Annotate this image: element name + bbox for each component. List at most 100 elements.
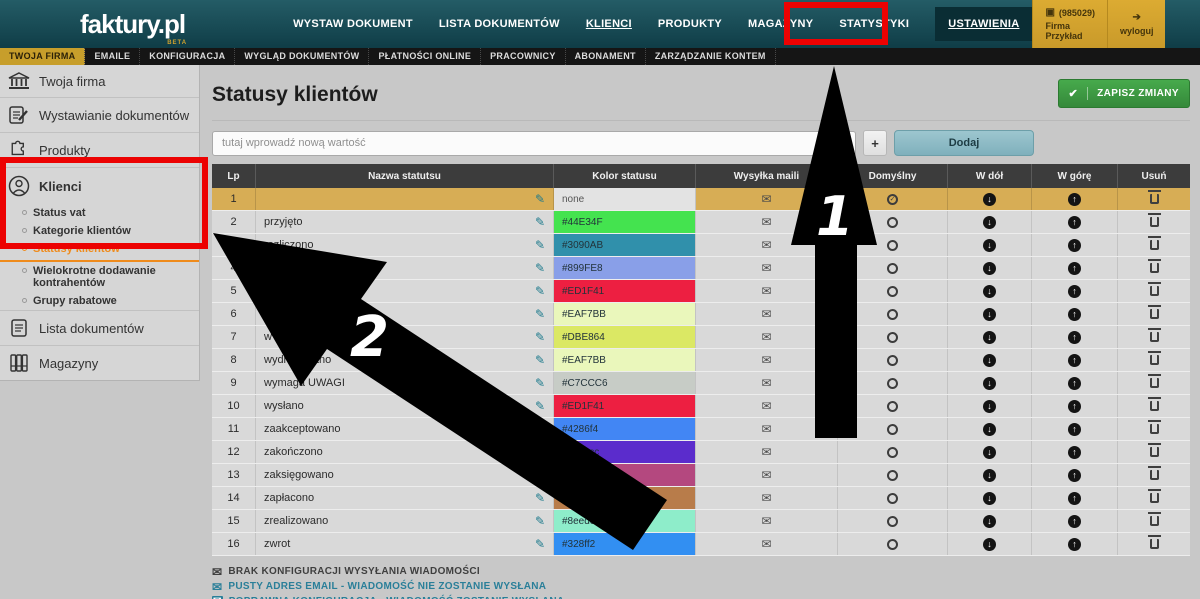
logout-button[interactable]: ➔ wyloguj — [1107, 0, 1166, 48]
status-color-cell[interactable]: #ED1F41 — [554, 395, 696, 417]
default-radio-icon[interactable] — [887, 424, 898, 435]
subnav-platnosci-online[interactable]: PŁATNOŚCI ONLINE — [369, 48, 481, 65]
edit-pencil-icon[interactable]: ✎ — [535, 537, 545, 551]
move-down-button[interactable]: ↓ — [983, 354, 996, 367]
status-color-cell[interactable]: #EAF7BB — [554, 349, 696, 371]
edit-pencil-icon[interactable]: ✎ — [535, 353, 545, 367]
sidebar-item-klienci[interactable]: Klienci — [0, 167, 199, 204]
edit-pencil-icon[interactable]: ✎ — [535, 307, 545, 321]
move-up-button[interactable]: ↑ — [1068, 308, 1081, 321]
app-logo[interactable]: faktury.pl BETA — [80, 9, 185, 40]
move-down-button[interactable]: ↓ — [983, 331, 996, 344]
trash-icon[interactable] — [1150, 470, 1159, 480]
subnav-konfiguracja[interactable]: KONFIGURACJA — [140, 48, 235, 65]
status-color-cell[interactable]: #8eedca — [554, 510, 696, 532]
move-down-button[interactable]: ↓ — [983, 538, 996, 551]
default-radio-checked-icon[interactable]: ✓ — [887, 194, 898, 205]
status-color-cell[interactable]: #5b2ccc — [554, 441, 696, 463]
move-up-button[interactable]: ↑ — [1068, 515, 1081, 528]
move-down-button[interactable]: ↓ — [983, 262, 996, 275]
sidebar-item-produkty[interactable]: Produkty — [0, 132, 199, 167]
status-color-cell[interactable]: #899FE8 — [554, 257, 696, 279]
trash-icon[interactable] — [1150, 401, 1159, 411]
move-up-button[interactable]: ↑ — [1068, 285, 1081, 298]
move-up-button[interactable]: ↑ — [1068, 423, 1081, 436]
sidebar-item-magazyny[interactable]: Magazyny — [0, 345, 199, 380]
status-color-cell[interactable]: #328ff2 — [554, 533, 696, 555]
subnav-emaile[interactable]: EMAILE — [85, 48, 140, 65]
move-down-button[interactable]: ↓ — [983, 308, 996, 321]
move-up-button[interactable]: ↑ — [1068, 446, 1081, 459]
default-radio-icon[interactable] — [887, 309, 898, 320]
status-color-cell[interactable]: #b87c4a — [554, 487, 696, 509]
default-radio-icon[interactable] — [887, 470, 898, 481]
nav-klienci[interactable]: KLIENCI — [586, 18, 632, 30]
move-up-button[interactable]: ↑ — [1068, 239, 1081, 252]
trash-icon[interactable] — [1150, 240, 1159, 250]
edit-pencil-icon[interactable]: ✎ — [535, 376, 545, 390]
sidebar-subitem-statusy-klientow[interactable]: Statusy klientów — [0, 240, 199, 262]
default-radio-icon[interactable] — [887, 378, 898, 389]
move-down-button[interactable]: ↓ — [983, 446, 996, 459]
move-up-button[interactable]: ↑ — [1068, 216, 1081, 229]
trash-icon[interactable] — [1150, 424, 1159, 434]
edit-pencil-icon[interactable]: ✎ — [535, 468, 545, 482]
sidebar-item-lista-dokumentow[interactable]: Lista dokumentów — [0, 310, 199, 345]
status-color-cell[interactable]: #b4487f — [554, 464, 696, 486]
sidebar-subitem-grupy-rabatowe[interactable]: Grupy rabatowe — [0, 292, 199, 310]
sidebar-subitem-wielokrotne-dodawanie[interactable]: Wielokrotne dodawanie kontrahentów — [0, 262, 175, 292]
default-radio-icon[interactable] — [887, 401, 898, 412]
subnav-abonament[interactable]: ABONAMENT — [566, 48, 646, 65]
move-down-button[interactable]: ↓ — [983, 469, 996, 482]
sidebar-item-twoja-firma[interactable]: Twoja firma — [0, 65, 199, 97]
trash-icon[interactable] — [1150, 493, 1159, 503]
subnav-pracownicy[interactable]: PRACOWNICY — [481, 48, 566, 65]
edit-pencil-icon[interactable]: ✎ — [535, 215, 545, 229]
trash-icon[interactable] — [1150, 263, 1159, 273]
default-radio-icon[interactable] — [887, 516, 898, 527]
trash-icon[interactable] — [1150, 539, 1159, 549]
move-down-button[interactable]: ↓ — [983, 515, 996, 528]
move-up-button[interactable]: ↑ — [1068, 400, 1081, 413]
trash-icon[interactable] — [1150, 286, 1159, 296]
trash-icon[interactable] — [1150, 355, 1159, 365]
move-down-button[interactable]: ↓ — [983, 285, 996, 298]
add-button[interactable]: Dodaj — [894, 130, 1034, 156]
trash-icon[interactable] — [1150, 378, 1159, 388]
status-color-cell[interactable]: none — [554, 188, 696, 210]
company-button[interactable]: ▣ (985029) Firma Przykład — [1032, 0, 1106, 48]
nav-magazyny[interactable]: MAGAZYNY — [748, 18, 813, 30]
edit-pencil-icon[interactable]: ✎ — [535, 514, 545, 528]
move-up-button[interactable]: ↑ — [1068, 469, 1081, 482]
default-radio-icon[interactable] — [887, 539, 898, 550]
default-radio-icon[interactable] — [887, 447, 898, 458]
move-down-button[interactable]: ↓ — [983, 193, 996, 206]
move-down-button[interactable]: ↓ — [983, 377, 996, 390]
move-up-button[interactable]: ↑ — [1068, 262, 1081, 275]
default-radio-icon[interactable] — [887, 263, 898, 274]
subnav-wyglad-dokumentow[interactable]: WYGLĄD DOKUMENTÓW — [235, 48, 369, 65]
nav-statystyki[interactable]: STATYSTYKI — [839, 18, 909, 30]
status-color-cell[interactable]: #4286f4 — [554, 418, 696, 440]
sidebar-subitem-kategorie-klientow[interactable]: Kategorie klientów — [0, 222, 199, 240]
default-radio-icon[interactable] — [887, 217, 898, 228]
nav-produkty[interactable]: PRODUKTY — [658, 18, 722, 30]
status-color-cell[interactable]: #ED1F41 — [554, 280, 696, 302]
edit-pencil-icon[interactable]: ✎ — [535, 445, 545, 459]
status-color-cell[interactable]: #DBE864 — [554, 326, 696, 348]
move-down-button[interactable]: ↓ — [983, 239, 996, 252]
status-color-cell[interactable]: #44E34F — [554, 211, 696, 233]
edit-pencil-icon[interactable]: ✎ — [535, 192, 545, 206]
save-changes-button[interactable]: ✔ ZAPISZ ZMIANY — [1058, 79, 1191, 108]
move-up-button[interactable]: ↑ — [1068, 538, 1081, 551]
trash-icon[interactable] — [1150, 332, 1159, 342]
edit-pencil-icon[interactable]: ✎ — [535, 284, 545, 298]
status-color-cell[interactable]: #EAF7BB — [554, 303, 696, 325]
edit-pencil-icon[interactable]: ✎ — [535, 422, 545, 436]
new-status-input[interactable] — [212, 131, 856, 156]
edit-pencil-icon[interactable]: ✎ — [535, 261, 545, 275]
default-radio-icon[interactable] — [887, 286, 898, 297]
sidebar-subitem-status-vat[interactable]: Status vat — [0, 204, 199, 222]
edit-pencil-icon[interactable]: ✎ — [535, 399, 545, 413]
move-up-button[interactable]: ↑ — [1068, 193, 1081, 206]
